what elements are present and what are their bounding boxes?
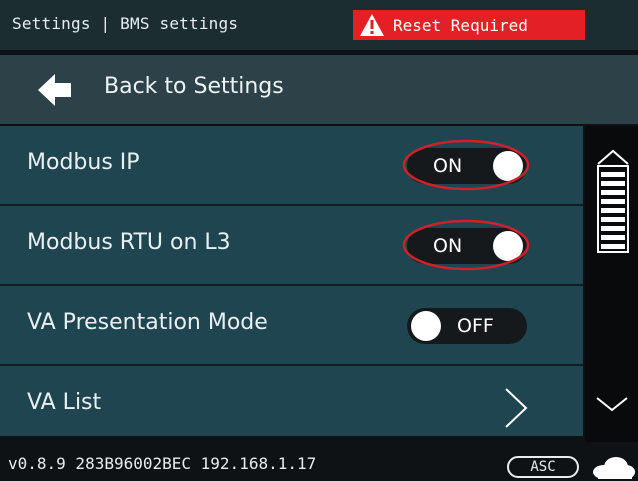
status-footer: v0.8.9 283B96002BEC 192.168.1.17 ASC xyxy=(0,442,638,481)
highlight-ring xyxy=(402,219,530,271)
alert-label: Reset Required xyxy=(393,15,528,35)
chevron-right-icon xyxy=(500,386,530,430)
toggle-knob xyxy=(411,311,441,341)
scrollbar[interactable] xyxy=(585,126,638,442)
modbus-rtu-toggle[interactable]: ON xyxy=(402,219,530,271)
chevron-down-icon[interactable] xyxy=(594,392,630,416)
device-screen: Settings | BMS settings Reset Required B… xyxy=(0,0,638,481)
warning-icon xyxy=(357,10,387,40)
setting-row-modbus-ip: Modbus IP ON xyxy=(0,126,583,204)
toggle-state: OFF xyxy=(457,315,494,337)
scroll-up-icon[interactable] xyxy=(595,148,631,258)
highlight-ring xyxy=(402,139,530,191)
cloud-icon xyxy=(590,456,636,480)
modbus-ip-toggle[interactable]: ON xyxy=(402,139,530,191)
device-info: v0.8.9 283B96002BEC 192.168.1.17 xyxy=(8,454,317,473)
header-bar: Settings | BMS settings Reset Required xyxy=(0,0,638,50)
setting-label: Modbus RTU on L3 xyxy=(27,230,231,255)
back-label: Back to Settings xyxy=(104,74,284,99)
back-to-settings-button[interactable]: Back to Settings xyxy=(0,55,638,124)
setting-label: VA List xyxy=(27,390,102,415)
setting-label: Modbus IP xyxy=(27,150,140,175)
setting-label: VA Presentation Mode xyxy=(27,310,268,335)
arrow-left-icon xyxy=(38,73,72,107)
va-presentation-toggle[interactable]: OFF xyxy=(407,308,527,344)
setting-row-va-presentation: VA Presentation Mode OFF xyxy=(0,286,583,364)
asc-badge: ASC xyxy=(507,456,579,478)
reset-required-alert[interactable]: Reset Required xyxy=(353,10,585,40)
settings-list: Modbus IP ON Modbus RTU on L3 ON VA Pres… xyxy=(0,126,583,436)
setting-row-va-list[interactable]: VA List xyxy=(0,366,583,436)
setting-row-modbus-rtu: Modbus RTU on L3 ON xyxy=(0,206,583,284)
page-title: Settings | BMS settings xyxy=(12,14,239,33)
